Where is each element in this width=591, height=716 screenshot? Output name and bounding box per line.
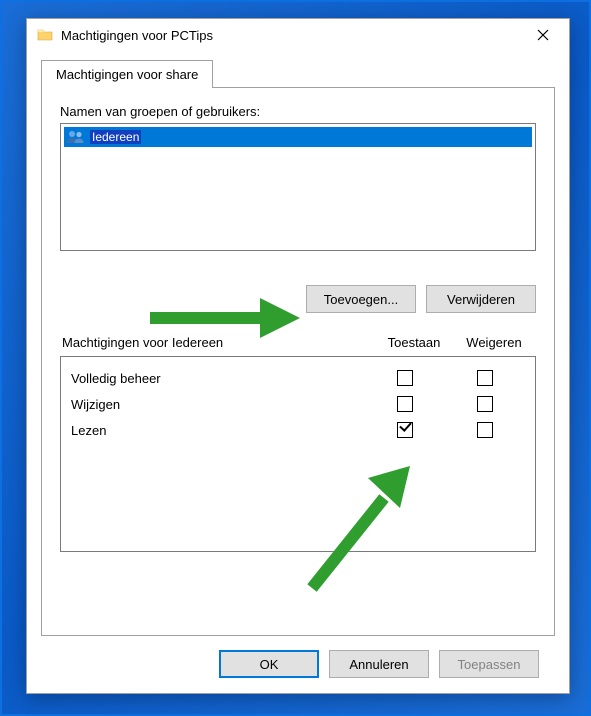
add-remove-row: Toevoegen... Verwijderen bbox=[60, 285, 536, 313]
permissions-dialog: Machtigingen voor PCTips Machtigingen vo… bbox=[26, 18, 570, 694]
add-button[interactable]: Toevoegen... bbox=[306, 285, 416, 313]
window-title: Machtigingen voor PCTips bbox=[61, 28, 521, 43]
permission-row: Lezen bbox=[71, 417, 525, 443]
col-allow-header: Toestaan bbox=[374, 335, 454, 350]
close-icon bbox=[537, 29, 549, 41]
permission-row: Volledig beheer bbox=[71, 365, 525, 391]
permissions-list: Volledig beheer Wijzigen Lezen bbox=[60, 356, 536, 552]
permissions-header: Machtigingen voor Iedereen Toestaan Weig… bbox=[60, 335, 536, 356]
allow-checkbox[interactable] bbox=[397, 422, 413, 438]
folder-icon bbox=[37, 27, 53, 43]
remove-button[interactable]: Verwijderen bbox=[426, 285, 536, 313]
group-icon bbox=[66, 129, 86, 145]
permissions-header-label: Machtigingen voor Iedereen bbox=[62, 335, 374, 350]
list-item[interactable]: Iedereen bbox=[64, 127, 532, 147]
cancel-button[interactable]: Annuleren bbox=[329, 650, 429, 678]
list-item-name: Iedereen bbox=[90, 130, 141, 144]
tab-permissions[interactable]: Machtigingen voor share bbox=[41, 60, 213, 88]
dialog-buttons: OK Annuleren Toepassen bbox=[41, 636, 555, 678]
col-deny-header: Weigeren bbox=[454, 335, 534, 350]
permission-name: Lezen bbox=[71, 423, 365, 438]
titlebar: Machtigingen voor PCTips bbox=[27, 19, 569, 51]
tab-panel: Namen van groepen of gebruikers: Iederee… bbox=[41, 88, 555, 636]
tab-strip: Machtigingen voor share bbox=[41, 59, 555, 88]
allow-checkbox[interactable] bbox=[397, 396, 413, 412]
allow-checkbox[interactable] bbox=[397, 370, 413, 386]
permission-name: Volledig beheer bbox=[71, 371, 365, 386]
apply-button[interactable]: Toepassen bbox=[439, 650, 539, 678]
deny-checkbox[interactable] bbox=[477, 396, 493, 412]
permission-name: Wijzigen bbox=[71, 397, 365, 412]
deny-checkbox[interactable] bbox=[477, 370, 493, 386]
ok-button[interactable]: OK bbox=[219, 650, 319, 678]
groups-listbox[interactable]: Iedereen bbox=[60, 123, 536, 251]
permission-row: Wijzigen bbox=[71, 391, 525, 417]
groups-label: Namen van groepen of gebruikers: bbox=[60, 104, 536, 119]
close-button[interactable] bbox=[521, 21, 565, 49]
deny-checkbox[interactable] bbox=[477, 422, 493, 438]
dialog-content: Machtigingen voor share Namen van groepe… bbox=[27, 51, 569, 692]
